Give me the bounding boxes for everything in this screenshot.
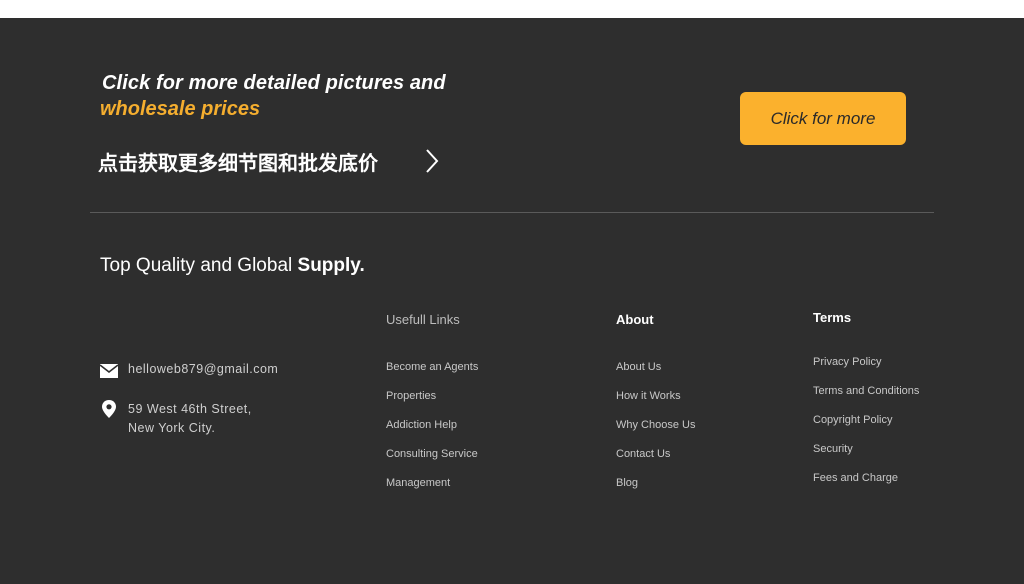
about-column: About About Us How it Works Why Choose U… (616, 312, 695, 489)
link-how-it-works[interactable]: How it Works (616, 390, 681, 402)
about-heading: About (616, 312, 654, 327)
click-for-more-button[interactable]: Click for more (740, 92, 906, 145)
email-text: helloweb879@gmail.com (128, 362, 279, 376)
link-privacy-policy[interactable]: Privacy Policy (813, 356, 881, 368)
link-properties[interactable]: Properties (386, 390, 436, 402)
terms-heading: Terms (813, 310, 852, 325)
map-pin-icon (102, 400, 116, 418)
address-line2: New York City. (128, 421, 216, 435)
address-text: 59 West 46th Street, New York City. (128, 400, 252, 438)
footer-tagline: Top Quality and Global Supply. (100, 255, 365, 277)
link-copyright-policy[interactable]: Copyright Policy (813, 414, 892, 426)
link-about-us[interactable]: About Us (616, 361, 661, 373)
tagline-regular: Top Quality and Global (100, 255, 298, 276)
chevron-right-icon[interactable] (422, 148, 442, 174)
terms-column: Terms Privacy Policy Terms and Condition… (813, 310, 919, 484)
link-consulting-service[interactable]: Consulting Service (386, 448, 478, 460)
link-addiction-help[interactable]: Addiction Help (386, 419, 457, 431)
cta-heading-highlight: wholesale prices (100, 98, 261, 120)
tagline-bold: Supply. (297, 255, 365, 276)
top-white-strip (0, 0, 1024, 18)
address-line1: 59 West 46th Street, (128, 402, 252, 416)
cta-heading-line1: Click for more detailed pictures and (102, 72, 446, 94)
link-become-agents[interactable]: Become an Agents (386, 361, 478, 373)
link-management[interactable]: Management (386, 477, 450, 489)
cta-chinese-text: 点击获取更多细节图和批发底价 (98, 151, 378, 175)
link-why-choose-us[interactable]: Why Choose Us (616, 419, 695, 431)
link-terms-conditions[interactable]: Terms and Conditions (813, 385, 919, 397)
useful-links-column: Usefull Links Become an Agents Propertie… (386, 312, 478, 489)
link-fees-and-charge[interactable]: Fees and Charge (813, 472, 898, 484)
footer-divider (90, 212, 934, 213)
useful-links-heading: Usefull Links (386, 312, 460, 327)
envelope-icon (100, 364, 118, 378)
link-security[interactable]: Security (813, 443, 853, 455)
link-contact-us[interactable]: Contact Us (616, 448, 670, 460)
contact-address: 59 West 46th Street, New York City. (100, 400, 252, 438)
link-blog[interactable]: Blog (616, 477, 638, 489)
contact-email[interactable]: helloweb879@gmail.com (100, 362, 278, 380)
